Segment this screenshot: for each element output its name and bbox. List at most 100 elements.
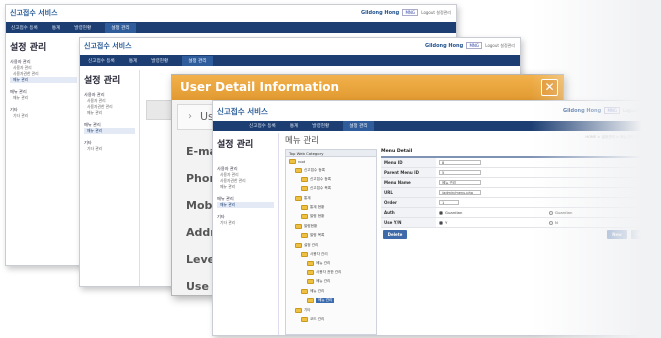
tree-node[interactable]: root [289, 159, 305, 164]
chevron-right-icon: › [188, 111, 192, 122]
tree-node[interactable]: 사용자 권한 관리 [307, 270, 341, 275]
url-field[interactable]: /admin/menu.php [439, 190, 481, 195]
detail-label: Auth [381, 208, 436, 217]
folder-icon [295, 224, 302, 229]
app-title: 신고접수 서비스 [217, 107, 268, 116]
tree-node[interactable]: 발령 현황 [301, 214, 324, 219]
tree-header: Top Web Category [286, 150, 376, 157]
page-title: 메뉴 관리 [285, 136, 319, 146]
folder-icon [295, 196, 302, 201]
nav-report-register[interactable]: 신고접수 등록 [88, 58, 115, 64]
detail-label: URL [381, 188, 436, 197]
sidebar-item[interactable]: 기타 관리 [217, 220, 274, 226]
folder-icon [307, 298, 314, 303]
nav-report-register[interactable]: 신고접수 등록 [11, 25, 38, 31]
sidebar: 설정 관리 사용자 관리 사용자 관리 사용자권한 관리 메뉴 관리 매뉴 관리… [6, 37, 82, 265]
tree-node[interactable]: 발령 목록 [301, 233, 324, 238]
main-nav: 신고접수 등록 통계 발령현황 설정 관리 [80, 55, 520, 66]
tree-node[interactable]: 발령현황 [295, 224, 317, 229]
sidebar-item[interactable]: 기타 관리 [10, 113, 77, 119]
folder-icon [307, 261, 314, 266]
folder-icon [301, 177, 308, 182]
sidebar-title: 설정 관리 [217, 140, 254, 150]
tree-node-selected[interactable]: 메뉴 관리 [307, 298, 335, 303]
nav-statistics[interactable]: 통계 [290, 123, 298, 129]
folder-icon [301, 317, 308, 322]
sidebar-item[interactable]: 기타 관리 [84, 146, 135, 152]
folder-icon [301, 289, 308, 294]
menu-name-field[interactable]: 메뉴 관리 [439, 180, 481, 185]
sidebar-item[interactable]: 메뉴 관리 [10, 77, 77, 83]
menu-tree: Top Web Category root 신고접수 등록 신고접수 등록 신고… [285, 149, 377, 335]
delete-button[interactable]: Delete [383, 230, 407, 239]
tree-node[interactable]: 신고접수 등록 [301, 177, 331, 182]
tree-node[interactable]: 통계 현황 [301, 205, 324, 210]
auth-radio-1[interactable]: Guardian [439, 210, 462, 215]
nav-dispatch[interactable]: 발령현황 [312, 123, 329, 129]
folder-icon [301, 205, 308, 210]
sidebar-title: 설정 관리 [84, 76, 121, 86]
tree-node[interactable]: 메뉴 관리 [301, 289, 324, 294]
sidebar-item[interactable]: 메뉴 관리 [84, 110, 135, 116]
detail-label: Order [381, 198, 436, 207]
nav-settings[interactable]: 설정 관리 [182, 55, 213, 66]
folder-icon [289, 159, 296, 164]
sidebar: 설정 관리 사용자 관리 사용자 관리 사용자권한 관리 메뉴 관리 매뉴 관리… [80, 70, 140, 286]
detail-label: Parent Menu ID [381, 168, 436, 177]
folder-icon [301, 252, 308, 257]
right-fade-decoration [531, 0, 661, 338]
parent-menu-id-field[interactable]: 5 [439, 170, 481, 175]
nav-statistics[interactable]: 통계 [129, 58, 137, 64]
tree-node[interactable]: 코드 관리 [301, 317, 324, 322]
use-yes-radio[interactable]: Y [439, 220, 447, 225]
settings-link[interactable]: 설정관리 [500, 43, 515, 48]
folder-icon [295, 243, 302, 248]
logout-link[interactable]: Logout [421, 10, 435, 15]
sidebar-title: 설정 관리 [10, 43, 47, 53]
nav-dispatch[interactable]: 발령현황 [74, 25, 91, 31]
app-title: 신고접수 서비스 [84, 42, 132, 50]
tree-node[interactable]: 신고접수 등록 [295, 168, 325, 173]
tree-node[interactable]: 메뉴 관리 [307, 279, 330, 284]
modal-title: User Detail Information [172, 75, 563, 100]
logout-link[interactable]: Logout [485, 43, 499, 48]
tree-node[interactable]: 메뉴 관리 [307, 261, 330, 266]
folder-icon [295, 308, 302, 313]
user-name: Gildong Hong [424, 43, 464, 49]
menu-id-field[interactable]: 8 [439, 160, 481, 165]
user-bar: Gildong Hong MNG Logout 설정관리 [361, 9, 451, 16]
settings-link[interactable]: 설정관리 [436, 10, 451, 15]
detail-label: Menu Name [381, 178, 436, 187]
nav-settings[interactable]: 설정 관리 [343, 121, 374, 131]
tree-node[interactable]: 사용자 관리 [301, 252, 328, 257]
user-name: Gildong Hong [360, 10, 400, 16]
tree-node[interactable]: 신고접수 목록 [301, 186, 331, 191]
sidebar-item[interactable]: 메뉴 관리 [217, 184, 274, 190]
nav-statistics[interactable]: 통계 [52, 25, 60, 31]
user-mode-button[interactable]: MNG [466, 42, 482, 49]
folder-icon [307, 279, 314, 284]
radio-checked-icon [439, 210, 443, 215]
sidebar-item[interactable]: 매뉴 관리 [10, 95, 77, 101]
order-field[interactable]: 1 [439, 200, 459, 205]
folder-icon [301, 186, 308, 191]
tree-node[interactable]: 통계 [295, 196, 311, 201]
nav-report-register[interactable]: 신고접수 등록 [249, 123, 276, 129]
tree-node[interactable]: 기타 [295, 308, 311, 313]
sidebar: 설정 관리 사용자 관리 사용자 관리 사용자권한 관리 메뉴 관리 매뉴 관리… [213, 133, 279, 335]
nav-settings[interactable]: 설정 관리 [105, 22, 136, 33]
detail-label: Menu ID [381, 158, 436, 167]
nav-dispatch[interactable]: 발령현황 [151, 58, 168, 64]
app-title: 신고접수 서비스 [10, 9, 58, 17]
sidebar-item[interactable]: 매뉴 관리 [84, 128, 135, 134]
user-mode-button[interactable]: MNG [402, 9, 418, 16]
tree-node[interactable]: 설정 관리 [295, 243, 318, 248]
main-nav: 신고접수 등록 통계 발령현황 설정 관리 [6, 22, 456, 33]
sidebar-item[interactable]: 매뉴 관리 [217, 202, 274, 208]
folder-icon [301, 214, 308, 219]
folder-icon [307, 270, 314, 275]
folder-icon [301, 233, 308, 238]
radio-checked-icon [439, 220, 443, 225]
screenshot-collage: 신고접수 서비스 Gildong Hong MNG Logout 설정관리 신고… [0, 0, 661, 338]
detail-label: Use Y/N [381, 218, 436, 227]
